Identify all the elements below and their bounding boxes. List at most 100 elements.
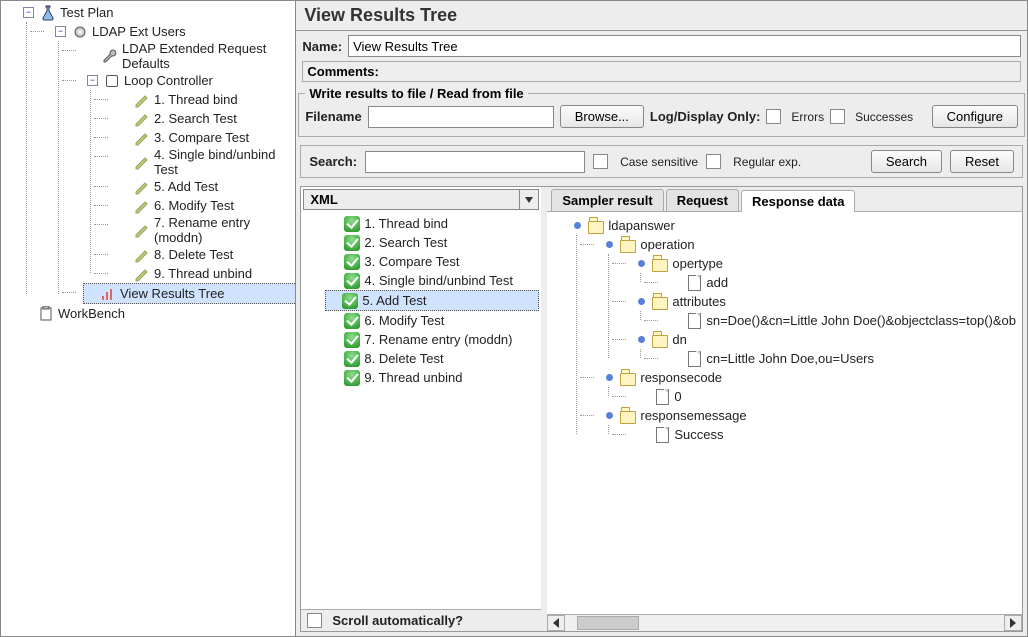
- tree-node-test[interactable]: 8. Delete Test: [117, 245, 295, 264]
- tree-label: 2. Search Test: [154, 111, 237, 126]
- xml-node[interactable]: ldapanswer: [571, 216, 1018, 235]
- tree-node-test-plan[interactable]: Test Plan: [21, 3, 295, 22]
- expand-icon[interactable]: [637, 335, 646, 344]
- results-list: 1. Thread bind2. Search Test3. Compare T…: [301, 212, 541, 609]
- tree-node-view-results-tree[interactable]: View Results Tree: [83, 283, 296, 304]
- success-icon: [344, 370, 360, 386]
- tab-response-data[interactable]: Response data: [741, 190, 855, 212]
- expand-icon[interactable]: [637, 259, 646, 268]
- result-item[interactable]: 3. Compare Test: [327, 252, 537, 271]
- tree-node-test[interactable]: 1. Thread bind: [117, 90, 295, 109]
- tree-node-test[interactable]: 3. Compare Test: [117, 128, 295, 147]
- tree-node-test[interactable]: 6. Modify Test: [117, 196, 295, 215]
- tab-sampler-result[interactable]: Sampler result: [551, 189, 663, 211]
- xml-leaf[interactable]: sn=Doe()&cn=Little John Doe()&objectclas…: [667, 311, 1018, 330]
- scroll-left-icon[interactable]: [547, 615, 565, 631]
- expand-icon[interactable]: [605, 411, 614, 420]
- tree-node-ldap-defaults[interactable]: LDAP Extended Request Defaults: [85, 41, 295, 71]
- filename-label: Filename: [305, 109, 361, 124]
- browse-button[interactable]: Browse...: [560, 105, 644, 128]
- toggle-icon[interactable]: [23, 7, 34, 18]
- xml-leaf[interactable]: cn=Little John Doe,ou=Users: [667, 349, 1018, 368]
- search-input[interactable]: [365, 151, 585, 173]
- horizontal-scrollbar[interactable]: [547, 614, 1022, 631]
- tree-node-test[interactable]: 2. Search Test: [117, 109, 295, 128]
- tree-node-ldap-users[interactable]: LDAP Ext Users: [53, 22, 295, 41]
- success-icon: [344, 313, 360, 329]
- folder-icon: [620, 408, 636, 424]
- name-input[interactable]: [348, 35, 1021, 57]
- sampler-icon: [134, 92, 150, 108]
- xml-node[interactable]: operation: [603, 235, 1018, 254]
- xml-leaf[interactable]: Success: [635, 425, 1018, 444]
- sampler-icon: [134, 154, 150, 170]
- result-item[interactable]: 4. Single bind/unbind Test: [327, 271, 537, 290]
- successes-checkbox[interactable]: [830, 109, 845, 124]
- sampler-icon: [134, 247, 150, 263]
- reset-button[interactable]: Reset: [950, 150, 1014, 173]
- result-item[interactable]: 9. Thread unbind: [327, 368, 537, 387]
- tree-label: 5. Add Test: [154, 179, 218, 194]
- tab-request[interactable]: Request: [666, 189, 739, 211]
- name-label: Name:: [302, 39, 342, 54]
- configure-button[interactable]: Configure: [932, 105, 1018, 128]
- search-button[interactable]: Search: [871, 150, 942, 173]
- result-label: 5. Add Test: [362, 293, 426, 308]
- case-checkbox[interactable]: [593, 154, 608, 169]
- chevron-down-icon[interactable]: [519, 190, 538, 209]
- xml-leaf[interactable]: 0: [635, 387, 1018, 406]
- xml-node[interactable]: responsemessage: [603, 406, 1018, 425]
- xml-node[interactable]: opertype: [635, 254, 1018, 273]
- chart-icon: [100, 286, 116, 302]
- result-item[interactable]: 5. Add Test: [325, 290, 539, 311]
- logdisplay-label: Log/Display Only:: [650, 109, 761, 124]
- xml-label: opertype: [672, 256, 723, 271]
- tree-node-test[interactable]: 9. Thread unbind: [117, 264, 295, 283]
- loop-icon: [104, 73, 120, 89]
- errors-checkbox[interactable]: [766, 109, 781, 124]
- scroll-track[interactable]: [565, 615, 1004, 631]
- regex-checkbox[interactable]: [706, 154, 721, 169]
- tree-node-test[interactable]: 7. Rename entry (moddn): [117, 215, 295, 245]
- loop-children: 1. Thread bind 2. Search Test 3. Compare…: [85, 90, 295, 283]
- scroll-right-icon[interactable]: [1004, 615, 1022, 631]
- tree-node-test[interactable]: 5. Add Test: [117, 177, 295, 196]
- tree-label: 9. Thread unbind: [154, 266, 252, 281]
- scroll-auto-checkbox[interactable]: [307, 613, 322, 628]
- xml-value: sn=Doe()&cn=Little John Doe()&objectclas…: [706, 313, 1016, 328]
- folder-icon: [620, 237, 636, 253]
- expand-icon[interactable]: [637, 297, 646, 306]
- result-item[interactable]: 7. Rename entry (moddn): [327, 330, 537, 349]
- flask-icon: [40, 5, 56, 21]
- xml-node[interactable]: responsecode: [603, 368, 1018, 387]
- expand-icon[interactable]: [605, 240, 614, 249]
- result-item[interactable]: 8. Delete Test: [327, 349, 537, 368]
- result-item[interactable]: 6. Modify Test: [327, 311, 537, 330]
- tree-node-loop-controller[interactable]: Loop Controller: [85, 71, 295, 90]
- result-item[interactable]: 1. Thread bind: [327, 214, 537, 233]
- expand-icon[interactable]: [605, 373, 614, 382]
- result-item[interactable]: 2. Search Test: [327, 233, 537, 252]
- filename-input[interactable]: [368, 106, 554, 128]
- success-icon: [344, 351, 360, 367]
- scroll-thumb[interactable]: [577, 616, 639, 630]
- toggle-icon[interactable]: [55, 26, 66, 37]
- tree-node-test[interactable]: 4. Single bind/unbind Test: [117, 147, 295, 177]
- successes-label: Successes: [855, 110, 913, 124]
- toggle-icon[interactable]: [87, 75, 98, 86]
- tree-label: 4. Single bind/unbind Test: [154, 147, 293, 177]
- tree-label: Test Plan: [60, 5, 113, 20]
- xml-leaf[interactable]: add: [667, 273, 1018, 292]
- xml-label: dn: [672, 332, 686, 347]
- tree-label: 3. Compare Test: [154, 130, 249, 145]
- success-icon: [344, 273, 360, 289]
- xml-node[interactable]: attributes: [635, 292, 1018, 311]
- tree-node-workbench[interactable]: WorkBench: [21, 304, 295, 323]
- page-icon: [686, 275, 702, 291]
- expand-icon[interactable]: [573, 221, 582, 230]
- tree-label: LDAP Ext Users: [92, 24, 186, 39]
- renderer-combo[interactable]: XML: [303, 189, 539, 210]
- xml-label: responsecode: [640, 370, 722, 385]
- xml-node[interactable]: dn: [635, 330, 1018, 349]
- result-label: 4. Single bind/unbind Test: [364, 273, 513, 288]
